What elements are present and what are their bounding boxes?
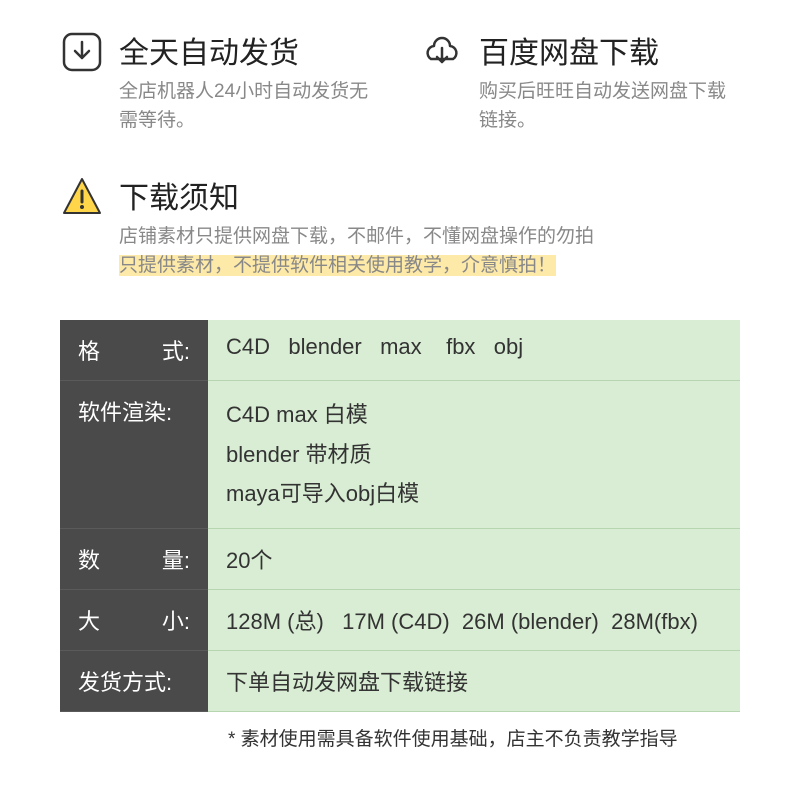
feature-baidu: 百度网盘下载 购买后旺旺自动发送网盘下载链接。 (420, 30, 740, 135)
notice-line2: 只提供素材，不提供软件相关使用教学，介意慎拍！ (119, 255, 556, 276)
value-size: 128M (总) 17M (C4D) 26M (blender) 28M(fbx… (208, 589, 740, 650)
feature-autoship-title: 全天自动发货 (119, 28, 380, 72)
notice-block: 下载须知 店铺素材只提供网盘下载，不邮件，不懂网盘操作的勿拍 只提供素材，不提供… (60, 175, 740, 280)
feature-baidu-title: 百度网盘下载 (479, 28, 740, 72)
feature-row: 全天自动发货 全店机器人24小时自动发货无需等待。 百度网盘下载 购买后旺旺自动… (60, 30, 740, 135)
footnote: * 素材使用需具备软件使用基础，店主不负责教学指导 (60, 712, 740, 751)
feature-autoship: 全天自动发货 全店机器人24小时自动发货无需等待。 (60, 30, 380, 135)
cloud-download-icon (420, 30, 464, 74)
label-render: 软件渲染: (60, 381, 208, 529)
feature-autoship-desc: 全店机器人24小时自动发货无需等待。 (119, 78, 380, 135)
row-format: 格式: C4D blender max fbx obj (60, 320, 740, 381)
label-delivery: 发货方式: (60, 650, 208, 711)
notice-title: 下载须知 (119, 173, 594, 217)
row-delivery: 发货方式: 下单自动发网盘下载链接 (60, 650, 740, 711)
feature-baidu-text: 百度网盘下载 购买后旺旺自动发送网盘下载链接。 (479, 30, 740, 135)
spec-table: 格式: C4D blender max fbx obj 软件渲染: C4D ma… (60, 320, 740, 712)
value-format: C4D blender max fbx obj (208, 320, 740, 381)
value-render: C4D max 白模 blender 带材质 maya可导入obj白模 (208, 381, 740, 529)
warning-icon (60, 175, 104, 219)
row-count: 数量: 20个 (60, 528, 740, 589)
feature-baidu-desc: 购买后旺旺自动发送网盘下载链接。 (479, 78, 740, 135)
notice-line1: 店铺素材只提供网盘下载，不邮件，不懂网盘操作的勿拍 (119, 223, 594, 252)
row-render: 软件渲染: C4D max 白模 blender 带材质 maya可导入obj白… (60, 381, 740, 529)
label-size: 大小: (60, 589, 208, 650)
notice-text: 下载须知 店铺素材只提供网盘下载，不邮件，不懂网盘操作的勿拍 只提供素材，不提供… (119, 175, 594, 280)
row-size: 大小: 128M (总) 17M (C4D) 26M (blender) 28M… (60, 589, 740, 650)
label-count: 数量: (60, 528, 208, 589)
value-delivery: 下单自动发网盘下载链接 (208, 650, 740, 711)
download-box-icon (60, 30, 104, 74)
value-count: 20个 (208, 528, 740, 589)
feature-autoship-text: 全天自动发货 全店机器人24小时自动发货无需等待。 (119, 30, 380, 135)
label-format: 格式: (60, 320, 208, 381)
